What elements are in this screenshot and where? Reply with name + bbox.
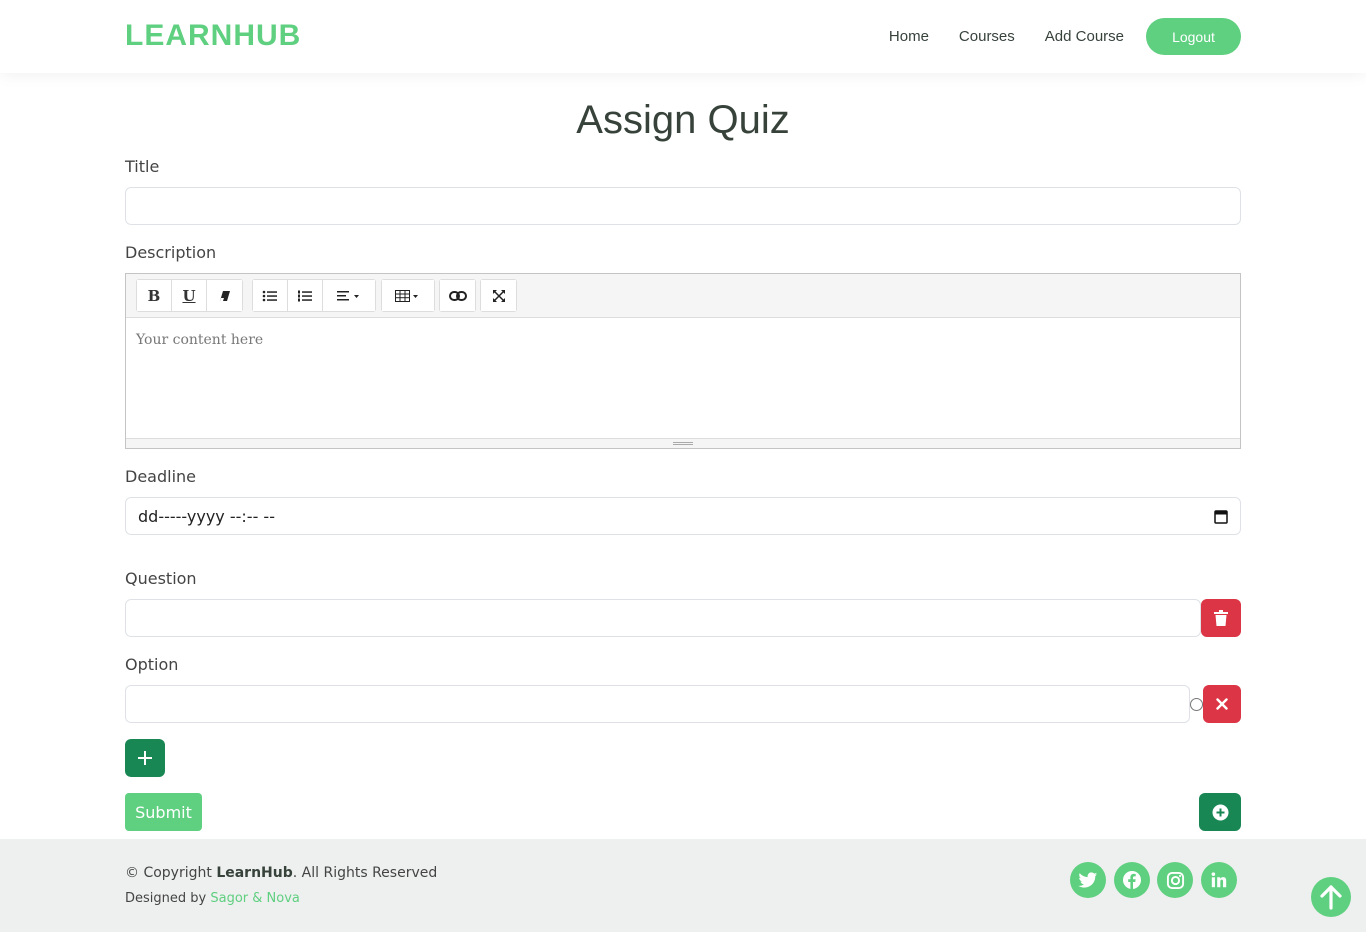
view-group <box>480 279 517 312</box>
credits-text: Designed by Sagor & Nova <box>125 891 300 906</box>
deadline-label: Deadline <box>125 467 196 486</box>
remove-option-button[interactable] <box>1203 685 1241 723</box>
copyright-prefix: © Copyright <box>125 865 217 881</box>
trash-icon <box>1214 610 1228 626</box>
link-button[interactable] <box>440 280 475 311</box>
calendar-icon[interactable] <box>1214 509 1228 524</box>
table-group <box>381 279 435 312</box>
expand-icon <box>492 289 505 302</box>
table-icon <box>395 289 418 302</box>
twitter-link[interactable] <box>1070 862 1106 898</box>
editor-toolbar: B U <box>126 274 1240 318</box>
copyright-text: © Copyright LearnHub. All Rights Reserve… <box>125 865 437 881</box>
site-footer: © Copyright LearnHub. All Rights Reserve… <box>0 839 1366 932</box>
question-label: Question <box>125 569 197 588</box>
nav-courses[interactable]: Courses <box>959 19 1015 55</box>
deadline-placeholder: dd-----yyyy --:-- -- <box>138 506 275 526</box>
twitter-icon <box>1078 871 1098 888</box>
underline-button[interactable]: U <box>172 280 207 311</box>
description-label: Description <box>125 243 217 262</box>
bullet-list-icon <box>262 290 277 301</box>
editor-content-area[interactable]: Your content here <box>126 318 1240 438</box>
link-group <box>439 279 476 312</box>
add-question-button[interactable] <box>1199 793 1241 831</box>
font-style-group: B U <box>136 279 243 312</box>
logout-button[interactable]: Logout <box>1146 18 1241 55</box>
eraser-icon <box>219 290 230 301</box>
footer-brand: LearnHub <box>216 865 293 881</box>
title-label: Title <box>125 157 160 176</box>
correct-option-radio[interactable] <box>1190 698 1203 711</box>
main-nav: Home Courses Add Course Logout <box>889 18 1241 55</box>
clear-format-button[interactable] <box>207 280 242 311</box>
arrow-up-icon <box>1320 885 1342 910</box>
align-left-icon <box>337 290 359 300</box>
link-icon <box>448 290 467 301</box>
grip-icon <box>673 442 693 445</box>
question-input[interactable] <box>125 599 1201 637</box>
ordered-list-button[interactable] <box>288 280 323 311</box>
nav-home[interactable]: Home <box>889 19 929 55</box>
align-dropdown-button[interactable] <box>323 280 375 311</box>
designed-by-label: Designed by <box>125 891 211 906</box>
site-header: LEARNHUB Home Courses Add Course Logout <box>0 0 1366 73</box>
copyright-suffix: . All Rights Reserved <box>292 865 438 881</box>
rich-text-editor: B U Your content here <box>125 273 1241 449</box>
fullscreen-button[interactable] <box>481 280 516 311</box>
option-input[interactable] <box>125 685 1190 723</box>
submit-button[interactable]: Submit <box>125 793 202 831</box>
designers-link[interactable]: Sagor & Nova <box>210 891 300 906</box>
instagram-link[interactable] <box>1157 862 1193 898</box>
paragraph-group <box>252 279 376 312</box>
instagram-icon <box>1166 871 1184 889</box>
nav-add-course[interactable]: Add Course <box>1045 19 1124 55</box>
unordered-list-button[interactable] <box>253 280 288 311</box>
option-label: Option <box>125 655 179 674</box>
site-logo[interactable]: LEARNHUB <box>125 19 301 53</box>
linkedin-icon <box>1211 872 1227 888</box>
close-icon <box>1216 698 1228 710</box>
table-dropdown-button[interactable] <box>382 280 434 311</box>
facebook-icon <box>1123 871 1141 889</box>
linkedin-link[interactable] <box>1201 862 1237 898</box>
editor-resize-handle[interactable] <box>126 438 1240 448</box>
page-title: Assign Quiz <box>576 98 790 142</box>
plus-icon <box>138 751 152 765</box>
plus-circle-icon <box>1212 804 1228 820</box>
title-input[interactable] <box>125 187 1241 225</box>
back-to-top-button[interactable] <box>1311 877 1351 917</box>
numbered-list-icon <box>298 290 312 301</box>
add-option-button[interactable] <box>125 739 165 777</box>
deadline-input[interactable]: dd-----yyyy --:-- -- <box>125 497 1241 535</box>
facebook-link[interactable] <box>1114 862 1150 898</box>
delete-question-button[interactable] <box>1201 599 1241 637</box>
bold-button[interactable]: B <box>137 280 172 311</box>
